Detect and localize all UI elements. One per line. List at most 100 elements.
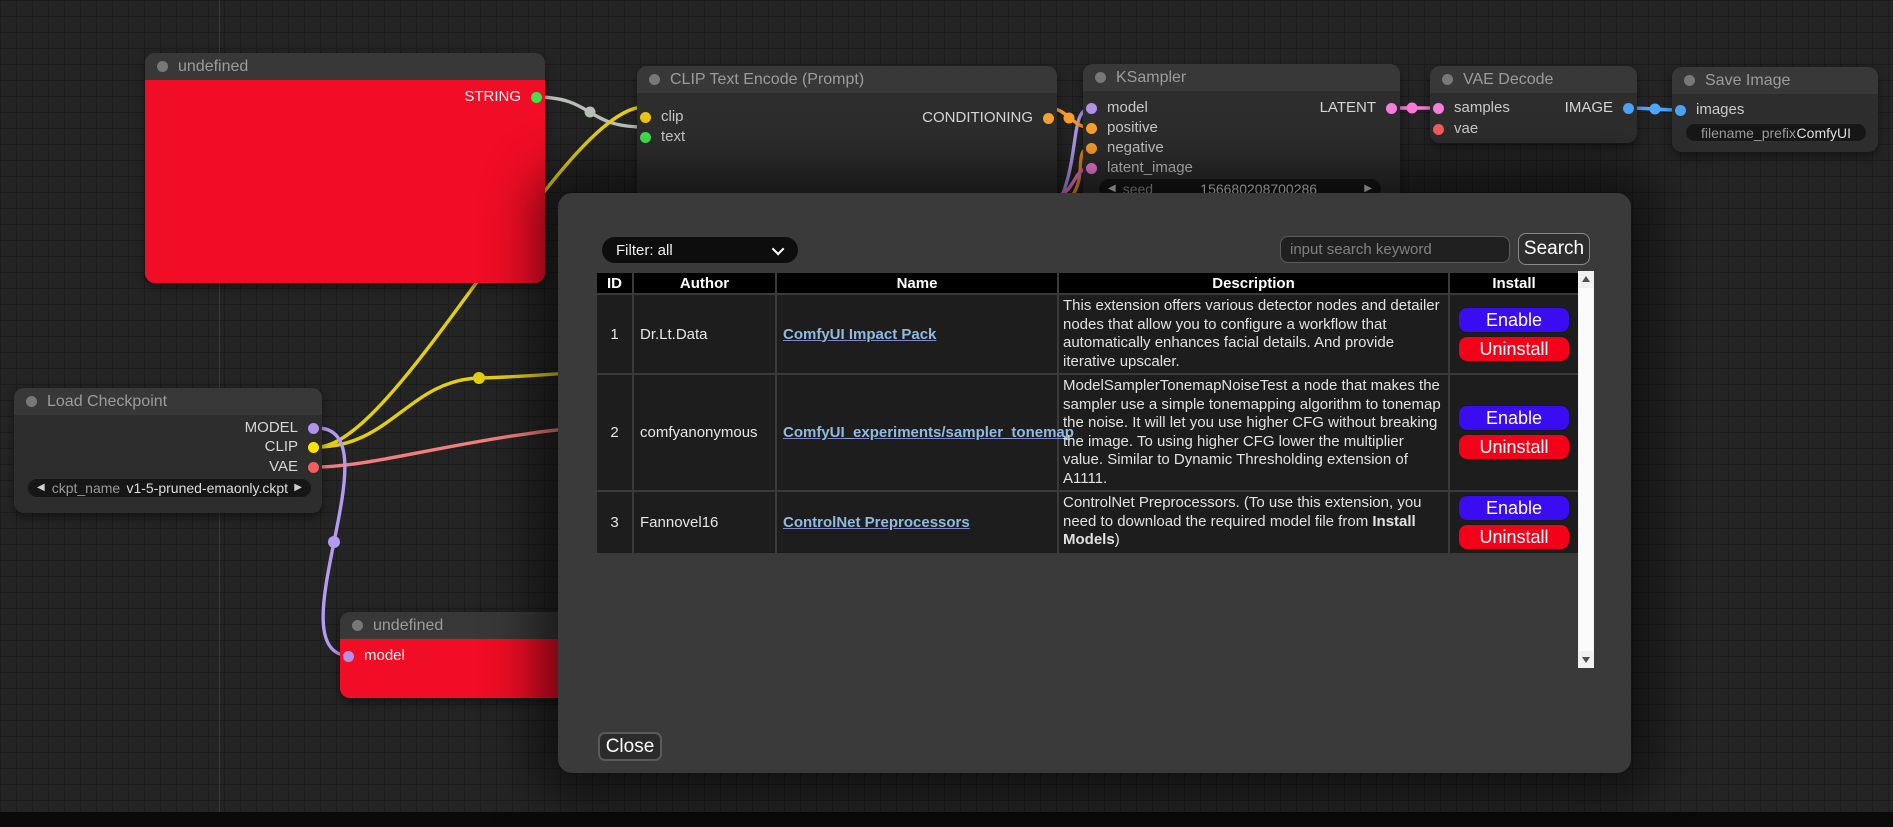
ckpt-name-widget[interactable]: ◀ ckpt_name v1-5-pruned-emaonly.ckpt ▶ (27, 478, 312, 498)
cell-description: ModelSamplerTonemapNoiseTest a node that… (1058, 374, 1449, 491)
wire-dot (1407, 103, 1418, 114)
extension-link[interactable]: ControlNet Preprocessors (783, 514, 970, 531)
extensions-table-container: ID Author Name Description Install 1 Dr.… (595, 271, 1594, 668)
node-title: undefined (178, 58, 248, 76)
table-row: 1 Dr.Lt.Data ComfyUI Impact Pack This ex… (596, 294, 1579, 374)
uninstall-button[interactable]: Uninstall (1458, 336, 1570, 362)
scroll-up-icon[interactable] (1578, 271, 1594, 287)
pin-latent-image-input[interactable] (1086, 163, 1097, 174)
pin-model-input[interactable] (1086, 103, 1097, 114)
enable-button[interactable]: Enable (1458, 307, 1570, 333)
pin-samples-input[interactable] (1433, 103, 1444, 114)
slot-label-text: text (661, 128, 685, 145)
slot-label-vae: vae (1454, 120, 1478, 137)
ckpt-name-label: ckpt_name (52, 480, 120, 496)
slot-label-vae-out: VAE (269, 457, 298, 477)
pin-vae-output[interactable] (308, 462, 319, 473)
node-title: Save Image (1705, 72, 1790, 90)
wire-dot (1064, 113, 1075, 124)
collapse-dot-icon[interactable] (649, 74, 660, 85)
table-scrollbar[interactable] (1578, 271, 1594, 668)
table-header-row: ID Author Name Description Install (596, 272, 1579, 294)
collapse-dot-icon[interactable] (352, 620, 363, 631)
collapse-dot-icon[interactable] (1442, 74, 1453, 85)
node-title: KSampler (1116, 69, 1186, 87)
header-install: Install (1449, 272, 1579, 294)
collapse-dot-icon[interactable] (157, 61, 168, 72)
slot-label-latent-image: latent_image (1107, 159, 1193, 176)
pin-string-output[interactable] (531, 92, 542, 103)
cell-author: Fannovel16 (633, 491, 776, 554)
window-bottom-edge (0, 812, 1893, 827)
slot-label-clip-out: CLIP (265, 437, 298, 457)
ckpt-name-value: v1-5-pruned-emaonly.ckpt (126, 480, 288, 496)
header-author: Author (633, 272, 776, 294)
collapse-dot-icon[interactable] (1684, 75, 1695, 86)
header-description: Description (1058, 272, 1449, 294)
slot-label-model: model (364, 647, 405, 664)
header-id: ID (596, 272, 633, 294)
pin-conditioning-output[interactable] (1043, 113, 1054, 124)
header-name: Name (776, 272, 1058, 294)
slot-label-conditioning: CONDITIONING (922, 108, 1033, 128)
node-title: CLIP Text Encode (Prompt) (670, 71, 864, 89)
filter-select[interactable]: Filter: all (602, 237, 798, 263)
slot-label-positive: positive (1107, 119, 1158, 136)
arrow-right-icon[interactable]: ▶ (294, 483, 302, 493)
extensions-table: ID Author Name Description Install 1 Dr.… (595, 271, 1580, 555)
collapse-dot-icon[interactable] (1095, 72, 1106, 83)
pin-vae-input[interactable] (1433, 124, 1444, 135)
collapse-dot-icon[interactable] (26, 396, 37, 407)
pin-clip-output[interactable] (308, 442, 319, 453)
comfyui-window: undefined STRING CLIP Text Encode (Promp… (0, 0, 1893, 827)
cell-description: This extension offers various detector n… (1058, 294, 1449, 374)
table-row: 2 comfyanonymous ComfyUI_experiments/sam… (596, 374, 1579, 491)
slot-label-latent: LATENT (1320, 98, 1376, 118)
search-button[interactable]: Search (1518, 233, 1590, 265)
wire-dot (1650, 104, 1661, 115)
cell-install: Enable Uninstall (1449, 374, 1579, 491)
extension-manager-dialog: Filter: all Search ID Author Name Descri… (558, 193, 1631, 773)
slot-label-model-out: MODEL (245, 418, 298, 438)
scroll-down-icon[interactable] (1578, 652, 1594, 668)
cell-description: ControlNet Preprocessors. (To use this e… (1058, 491, 1449, 554)
enable-button[interactable]: Enable (1458, 495, 1570, 521)
cell-id: 3 (596, 491, 633, 554)
cell-install: Enable Uninstall (1449, 491, 1579, 554)
pin-text-input[interactable] (640, 132, 651, 143)
pin-image-output[interactable] (1623, 103, 1634, 114)
uninstall-button[interactable]: Uninstall (1458, 524, 1570, 550)
pin-images-input[interactable] (1675, 105, 1686, 116)
pin-positive-input[interactable] (1086, 123, 1097, 134)
extension-link[interactable]: ComfyUI_experiments/sampler_tonemap (783, 424, 1074, 441)
node-title: undefined (373, 617, 443, 635)
pin-latent-output[interactable] (1386, 103, 1397, 114)
close-button[interactable]: Close (598, 732, 662, 761)
slot-label-negative: negative (1107, 139, 1164, 156)
node-load-checkpoint[interactable]: Load Checkpoint MODEL CLIP VAE ◀ ckpt_na… (14, 388, 322, 513)
filename-prefix-value: ComfyUI (1797, 125, 1851, 141)
cell-author: comfyanonymous (633, 374, 776, 491)
node-save-image[interactable]: Save Image images filename_prefix ComfyU… (1672, 67, 1878, 152)
node-undefined-1[interactable]: undefined STRING (145, 53, 545, 283)
uninstall-button[interactable]: Uninstall (1458, 434, 1570, 460)
node-title: VAE Decode (1463, 71, 1553, 89)
enable-button[interactable]: Enable (1458, 405, 1570, 431)
wire-dot (328, 536, 340, 548)
cell-author: Dr.Lt.Data (633, 294, 776, 374)
filename-prefix-widget[interactable]: filename_prefix ComfyUI (1685, 123, 1867, 142)
extension-link[interactable]: ComfyUI Impact Pack (783, 326, 936, 343)
pin-model-output[interactable] (308, 423, 319, 434)
cell-install: Enable Uninstall (1449, 294, 1579, 374)
cell-id: 2 (596, 374, 633, 491)
pin-negative-input[interactable] (1086, 143, 1097, 154)
search-input[interactable] (1280, 236, 1510, 263)
slot-label-model: model (1107, 99, 1148, 116)
node-vae-decode[interactable]: VAE Decode samples IMAGE vae (1430, 66, 1637, 143)
slot-label-image: IMAGE (1565, 98, 1613, 118)
arrow-left-icon[interactable]: ◀ (37, 483, 45, 493)
pin-model-input[interactable] (343, 651, 354, 662)
cell-id: 1 (596, 294, 633, 374)
scrollbar-thumb[interactable] (1579, 288, 1593, 651)
slot-label-images: images (1696, 101, 1744, 118)
